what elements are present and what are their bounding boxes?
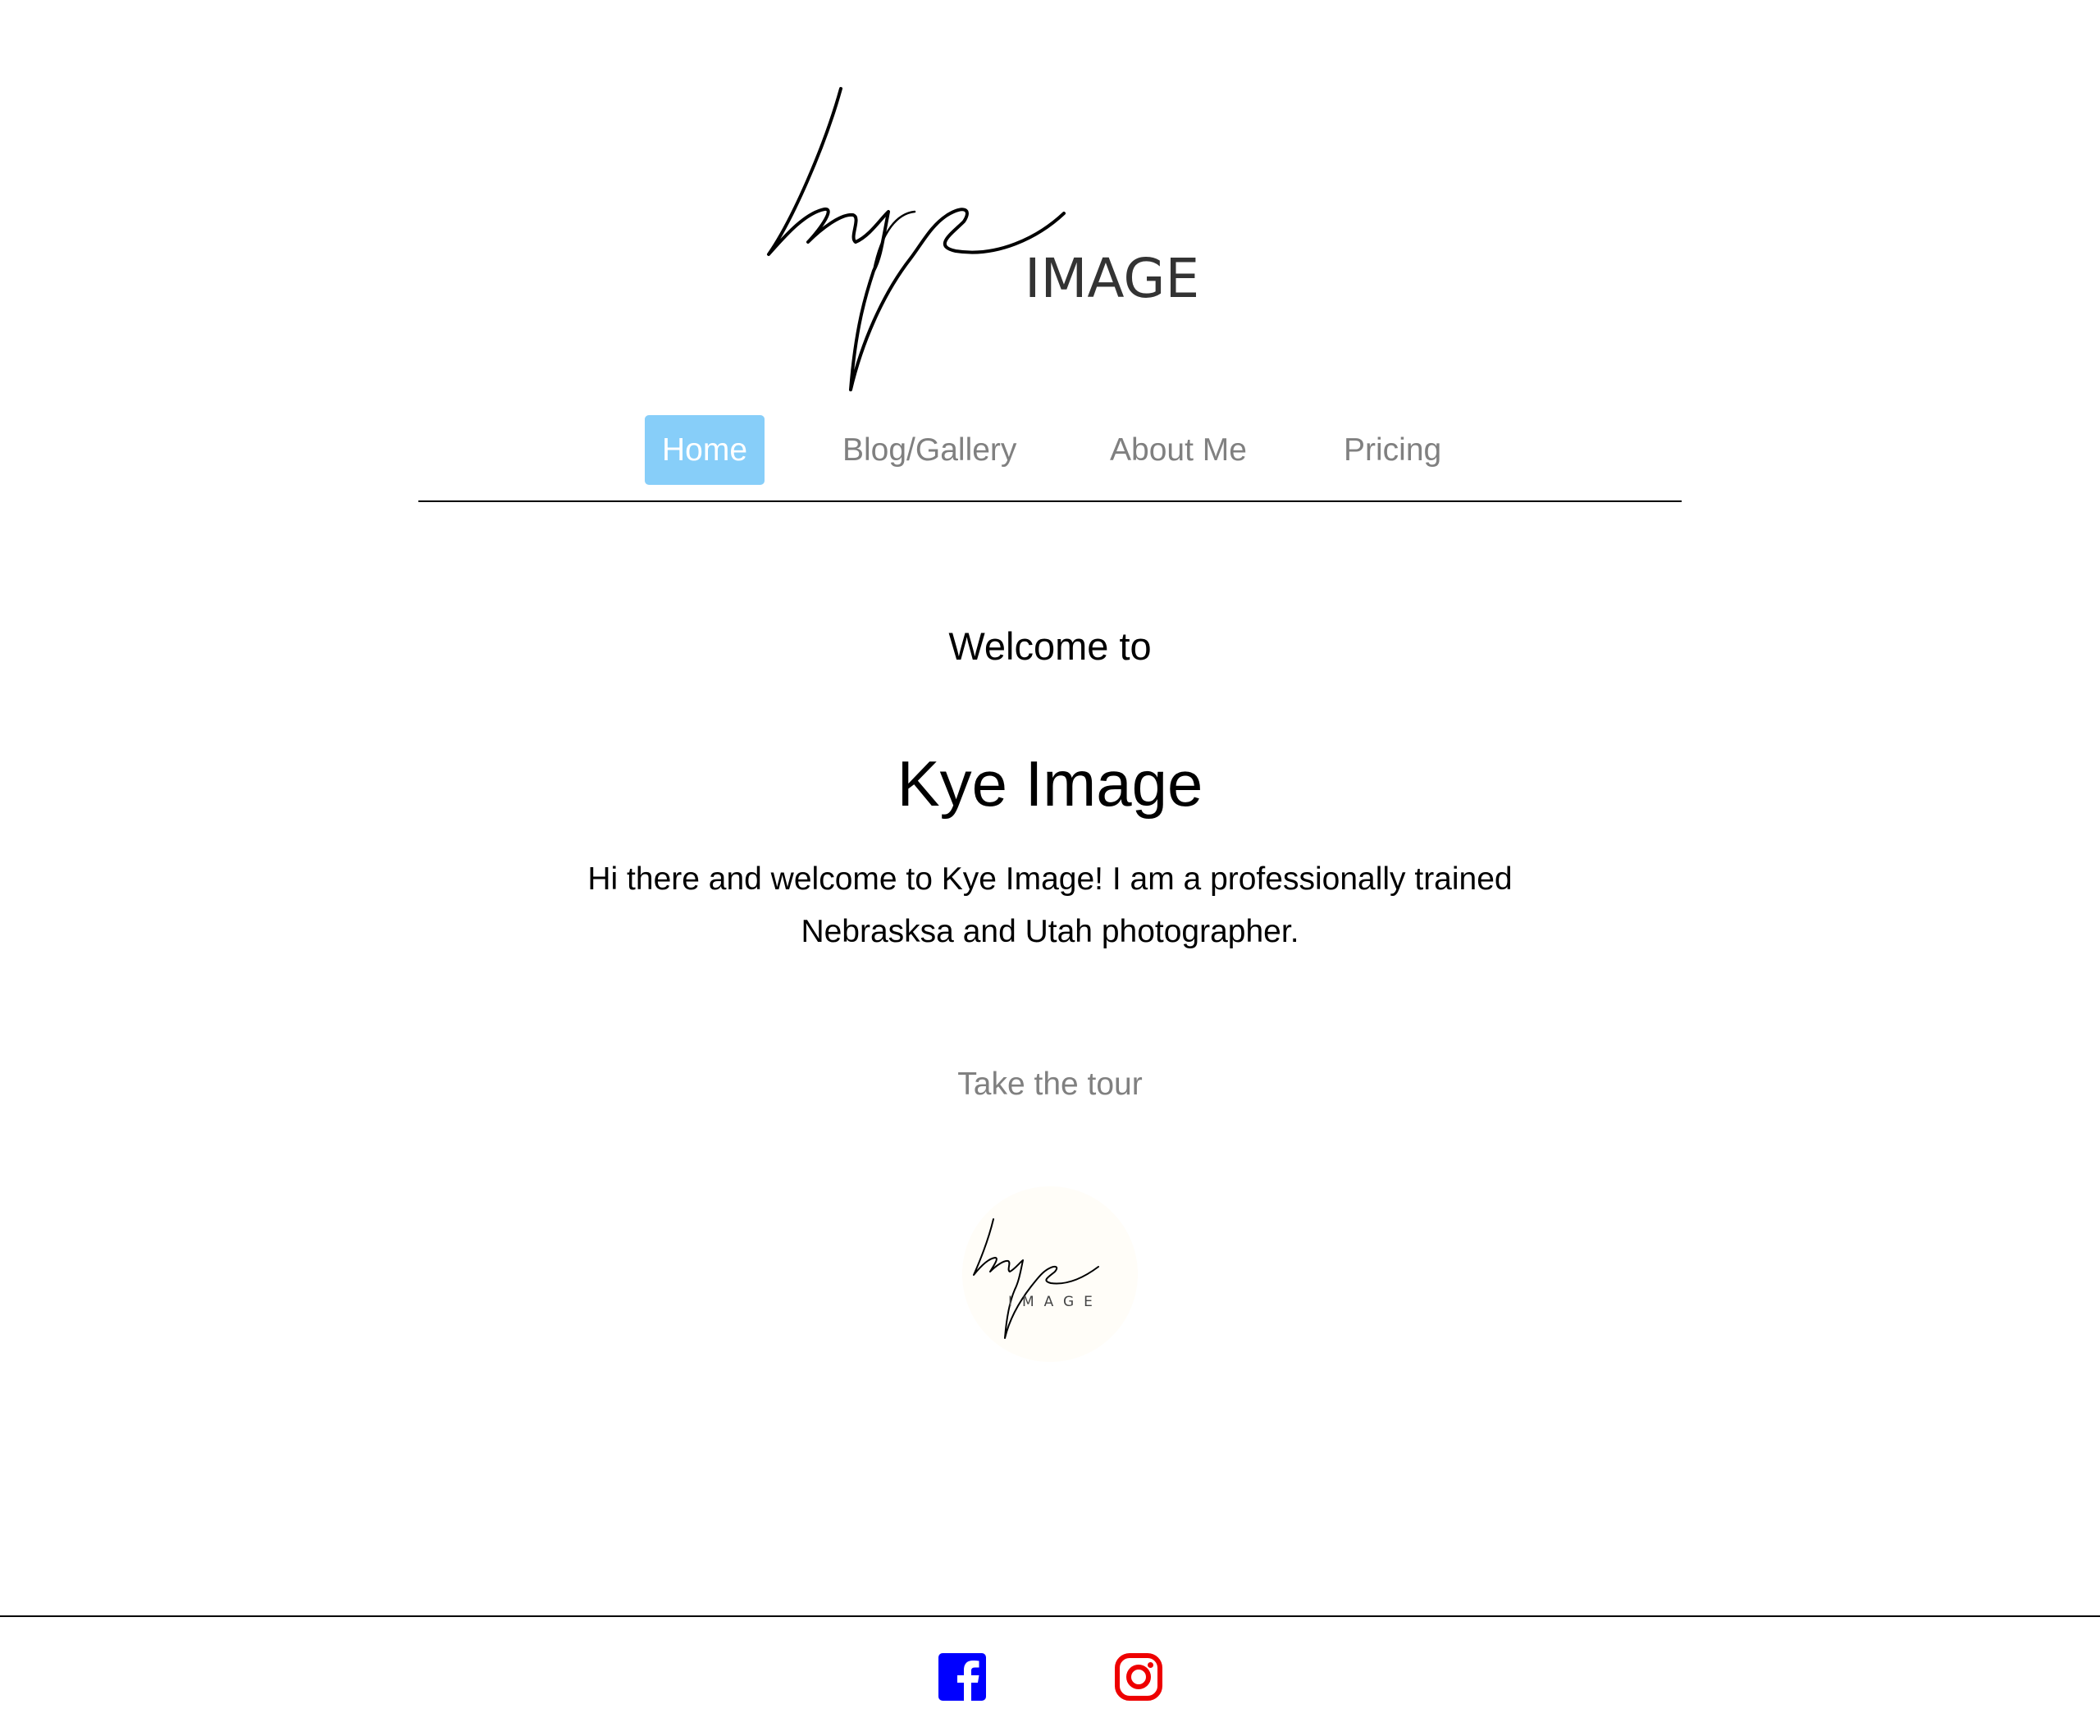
round-logo-badge: IMAGE <box>962 1186 1138 1362</box>
main-nav: Home Blog/Gallery About Me Pricing <box>418 415 1682 502</box>
instagram-icon[interactable] <box>1114 1652 1163 1702</box>
page-title: Kye Image <box>897 747 1203 820</box>
page: IMAGE Home Blog/Gallery About Me Pricing… <box>0 0 2100 1736</box>
svg-text:IMAGE: IMAGE <box>1025 247 1199 310</box>
intro-paragraph: Hi there and welcome to Kye Image! I am … <box>587 861 1513 949</box>
welcome-heading: Welcome to <box>948 624 1152 668</box>
kye-image-logo-graphic: IMAGE <box>767 87 1199 391</box>
svg-text:IMAGE: IMAGE <box>1008 1294 1102 1310</box>
facebook-icon[interactable] <box>938 1652 987 1702</box>
nav-item-about-me[interactable]: About Me <box>1110 415 1247 485</box>
nav-item-pricing[interactable]: Pricing <box>1344 415 1441 485</box>
footer-divider <box>0 1615 2100 1617</box>
take-the-tour-link[interactable]: Take the tour <box>927 1058 1173 1111</box>
site-logo[interactable]: IMAGE <box>759 82 1362 402</box>
kye-image-badge-graphic: IMAGE <box>973 1218 1102 1339</box>
nav-item-blog-gallery[interactable]: Blog/Gallery <box>842 415 1016 485</box>
nav-item-home[interactable]: Home <box>645 415 765 485</box>
